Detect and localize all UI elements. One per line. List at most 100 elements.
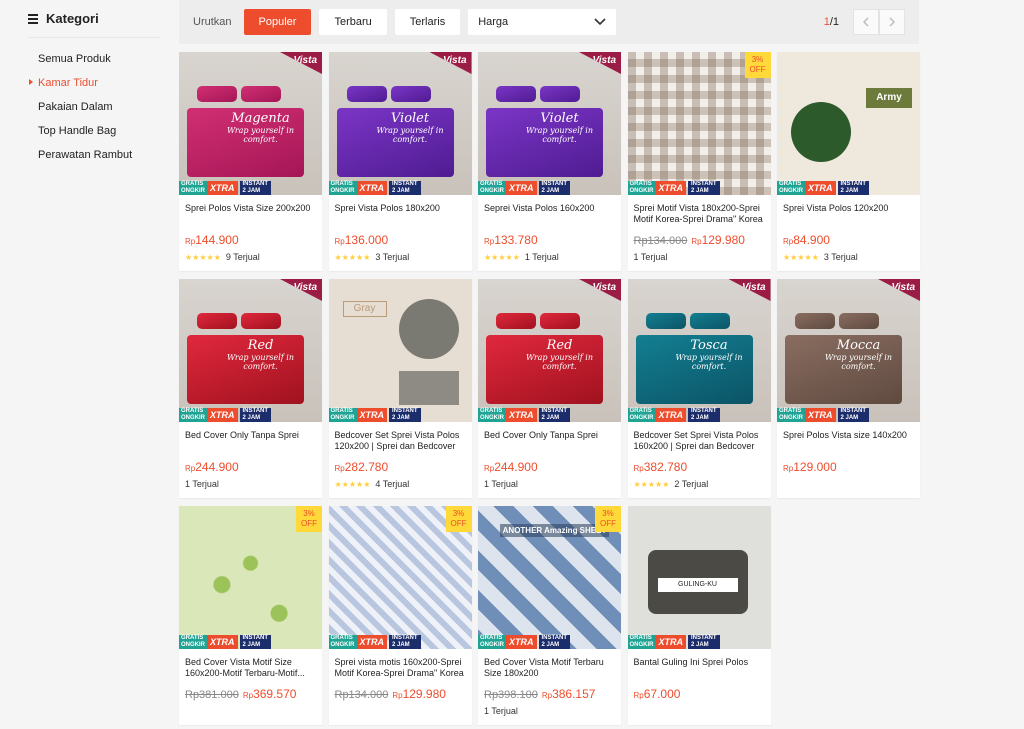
product-price: Rp136.000 xyxy=(334,233,389,247)
product-name: Sprei Vista Polos 180x200 xyxy=(334,203,440,213)
free-shipping-badge: GRATIS ONGKIR XTRA INSTANT 2 JAM xyxy=(627,635,720,649)
sold-count: 1 Terjual xyxy=(524,252,559,262)
chevron-down-icon xyxy=(594,18,606,26)
product-name: Bed Cover Only Tanpa Sprei xyxy=(185,430,299,440)
sort-populer-button[interactable]: Populer xyxy=(243,9,312,35)
free-shipping-badge: GRATIS ONGKIR XTRA INSTANT 2 JAM xyxy=(478,181,571,195)
sold-count: 4 Terjual xyxy=(375,479,410,489)
category-header: Kategori xyxy=(28,0,160,38)
category-item-kamar-tidur[interactable]: Kamar Tidur xyxy=(28,71,160,95)
product-price: Rp67.000 xyxy=(633,687,681,701)
color-caption: Violet Wrap yourself in comfort. xyxy=(376,111,444,145)
free-shipping-badge: GRATIS ONGKIR XTRA INSTANT 2 JAM xyxy=(478,635,571,649)
product-meta: ★★★★★ 9 Terjual xyxy=(185,252,260,262)
mini-pager: 1/1 xyxy=(824,9,905,35)
discount-badge: 3% OFF xyxy=(744,52,771,78)
sold-count: 1 Terjual xyxy=(484,479,518,489)
product-name: Bantal Guling Ini Sprei Polos xyxy=(633,657,749,667)
product-price: Rp381.000 Rp369.570 xyxy=(185,687,297,701)
product-card[interactable]: Army GRATIS ONGKIR XTRA INSTANT 2 JAM Sprei Vi… xyxy=(777,52,920,271)
category-item-top-handle-bag[interactable]: Top Handle Bag xyxy=(28,119,160,143)
product-meta: ★★★★★ 2 Terjual xyxy=(634,479,709,489)
product-image: Vista Magenta Wrap yourself in comfort. GR… xyxy=(179,52,322,195)
product-price: Rp134.000 Rp129.980 xyxy=(334,687,446,701)
product-price: Rp84.900 xyxy=(783,233,830,247)
next-page-button[interactable] xyxy=(879,9,905,35)
product-name: Bedcover Set Sprei Vista Polos 120x200 |… xyxy=(334,430,460,451)
product-price: Rp244.900 xyxy=(185,460,239,474)
product-card[interactable]: Vista Violet Wrap yourself in comfort. GRA… xyxy=(478,52,621,271)
color-caption: Tosca Wrap yourself in comfort. xyxy=(675,338,743,372)
product-image: Vista Tosca Wrap yourself in comfort. GRAT… xyxy=(627,279,771,422)
product-price: Rp398.100 Rp386.157 xyxy=(484,687,596,701)
color-caption: Mocca Wrap yourself in comfort. xyxy=(824,338,893,372)
product-name: Sprei Polos Vista size 140x200 xyxy=(783,430,907,440)
sort-terlaris-button[interactable]: Terlaris xyxy=(394,9,461,35)
prev-page-button[interactable] xyxy=(853,9,879,35)
sort-label: Urutkan xyxy=(193,16,232,28)
product-card[interactable]: Vista Mocca Wrap yourself in comfort. GRAT… xyxy=(777,279,920,498)
product-card[interactable]: ANOTHER Amazing SHEET 3% OFF GRATIS ONGKIR XT… xyxy=(478,506,621,725)
product-card[interactable]: 3% OFF GRATIS ONGKIR XTRA INSTANT 2 JAM Sprei v… xyxy=(328,506,472,725)
original-price: Rp381.000 xyxy=(185,689,239,701)
product-card[interactable]: Vista Red Wrap yourself in comfort. GRATIS… xyxy=(179,279,322,498)
product-meta: 1 Terjual xyxy=(484,706,518,716)
product-image: Vista Violet Wrap yourself in comfort. GRA… xyxy=(478,52,621,195)
rating-stars-icon: ★★★★★ xyxy=(633,479,670,489)
free-shipping-badge: GRATIS ONGKIR XTRA INSTANT 2 JAM xyxy=(627,408,720,422)
product-image: 3% OFF GRATIS ONGKIR XTRA INSTANT 2 JAM xyxy=(328,506,472,649)
free-shipping-badge: GRATIS ONGKIR XTRA INSTANT 2 JAM xyxy=(328,408,421,422)
category-item-semua-produk[interactable]: Semua Produk xyxy=(28,47,160,71)
product-card[interactable]: 3% OFF GRATIS ONGKIR XTRA INSTANT 2 JAM Bed Cov… xyxy=(179,506,322,725)
product-meta: ★★★★★ 3 Terjual xyxy=(335,252,410,262)
list-icon xyxy=(28,12,38,26)
price-sort-label: Harga xyxy=(478,16,509,28)
product-image: Vista Red Wrap yourself in comfort. GRATIS… xyxy=(179,279,322,422)
category-item-pakaian-dalam[interactable]: Pakaian Dalam xyxy=(28,95,160,119)
free-shipping-badge: GRATIS ONGKIR XTRA INSTANT 2 JAM xyxy=(627,181,720,195)
product-name: Sprei vista motis 160x200-Sprei Motif Ko… xyxy=(334,657,464,678)
category-item-perawatan-rambut[interactable]: Perawatan Rambut xyxy=(28,143,160,167)
product-card[interactable]: GULING-KU GRATIS ONGKIR XTRA INSTANT 2 JAM Ban… xyxy=(627,506,771,725)
product-name: Sprei Motif Vista 180x200-Sprei Motif Ko… xyxy=(633,203,763,224)
product-meta: 1 Terjual xyxy=(634,252,668,262)
free-shipping-badge: GRATIS ONGKIR XTRA INSTANT 2 JAM xyxy=(478,408,571,422)
product-price: Rp129.000 xyxy=(783,460,837,474)
price-sort-select[interactable]: Harga xyxy=(468,9,617,35)
color-caption: Violet Wrap yourself in comfort. xyxy=(525,111,594,145)
product-price: Rp244.900 xyxy=(484,460,538,474)
product-price: Rp133.780 xyxy=(484,233,538,247)
product-card[interactable]: 3% OFF GRATIS ONGKIR XTRA INSTANT 2 JAM Sprei M… xyxy=(627,52,771,271)
product-image: 3% OFF GRATIS ONGKIR XTRA INSTANT 2 JAM xyxy=(627,52,771,195)
product-name: Bed Cover Only Tanpa Sprei xyxy=(484,430,598,440)
product-image: GULING-KU GRATIS ONGKIR XTRA INSTANT 2 JAM xyxy=(627,506,771,649)
product-name: Sprei Vista Polos 120x200 xyxy=(783,203,889,213)
product-card[interactable]: Vista Violet Wrap yourself in comfort. GRA… xyxy=(328,52,472,271)
discount-badge: 3% OFF xyxy=(595,506,621,532)
product-card[interactable]: Vista Red Wrap yourself in comfort. GRATIS… xyxy=(478,279,621,498)
sort-terbaru-button[interactable]: Terbaru xyxy=(319,9,387,35)
product-price: Rp134.000 Rp129.980 xyxy=(633,233,745,247)
category-title: Kategori xyxy=(46,11,99,26)
product-image: Vista Red Wrap yourself in comfort. GRATIS… xyxy=(478,279,621,422)
product-card[interactable]: Gray GRATIS ONGKIR XTRA INSTANT 2 JAM Bedcover… xyxy=(328,279,472,498)
product-card[interactable]: Vista Tosca Wrap yourself in comfort. GRAT… xyxy=(627,279,771,498)
product-image: Gray GRATIS ONGKIR XTRA INSTANT 2 JAM xyxy=(328,279,472,422)
sold-count: 2 Terjual xyxy=(674,479,709,489)
product-image: Vista Violet Wrap yourself in comfort. GRA… xyxy=(328,52,472,195)
product-meta: 1 Terjual xyxy=(185,479,219,489)
product-name: Sprei Polos Vista Size 200x200 xyxy=(185,203,311,213)
product-name: Bed Cover Vista Motif Size 160x200-Motif… xyxy=(185,657,305,678)
discount-badge: 3% OFF xyxy=(296,506,322,532)
product-card[interactable]: Vista Magenta Wrap yourself in comfort. GR… xyxy=(179,52,322,271)
free-shipping-badge: GRATIS ONGKIR XTRA INSTANT 2 JAM xyxy=(179,408,272,422)
color-caption: Magenta Wrap yourself in comfort. xyxy=(226,111,295,145)
free-shipping-badge: GRATIS ONGKIR XTRA INSTANT 2 JAM xyxy=(179,181,272,195)
color-caption: Red Wrap yourself in comfort. xyxy=(226,338,295,372)
product-name: Seprei Vista Polos 160x200 xyxy=(484,203,595,213)
product-image: Army GRATIS ONGKIR XTRA INSTANT 2 JAM xyxy=(777,52,920,195)
product-name: Bedcover Set Sprei Vista Polos 160x200 |… xyxy=(633,430,759,451)
rating-stars-icon: ★★★★★ xyxy=(185,252,221,262)
product-meta: ★★★★★ 4 Terjual xyxy=(335,479,410,489)
chevron-right-icon xyxy=(889,17,895,27)
